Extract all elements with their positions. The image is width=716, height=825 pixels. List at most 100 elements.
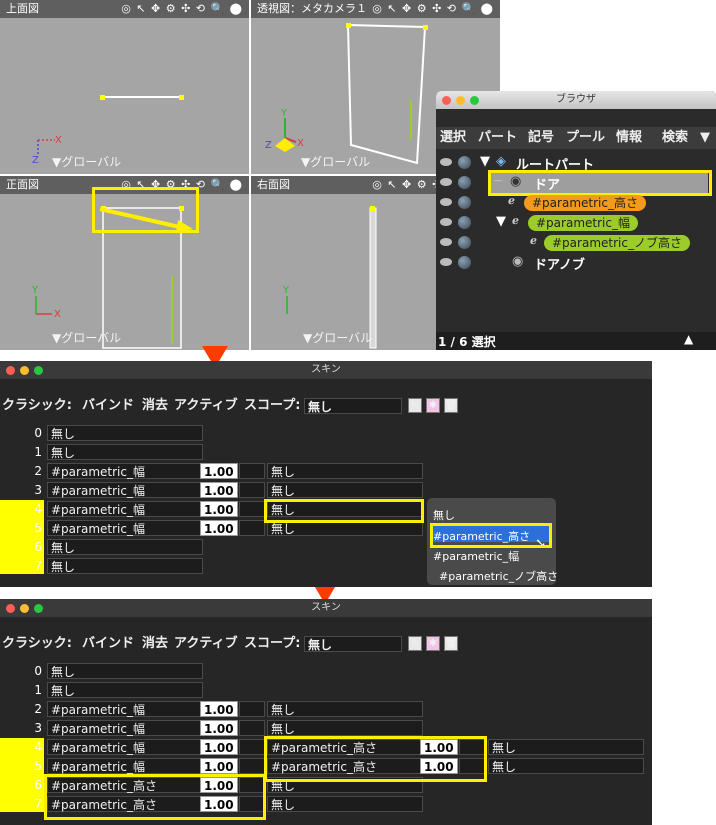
- select-icon[interactable]: ✱: [426, 636, 440, 651]
- svg-text:Z: Z: [32, 155, 39, 166]
- render-ball-icon[interactable]: [458, 236, 471, 249]
- viewport-top[interactable]: 上面図 ◎ ↖ ✥ ⚙ ✣ ⟲ 🔍 ⬤ X Z ▼グローバル: [0, 0, 249, 174]
- weight-field[interactable]: 1.00: [200, 463, 238, 479]
- render-ball-icon[interactable]: [458, 256, 471, 269]
- tree-row-param-width[interactable]: ▼ ℯ #parametric_幅: [436, 213, 716, 233]
- skin2-toolbar: クラシック: バインド 消去 アクティブ スコープ: 無し ✎ ✱ 🗑: [0, 635, 652, 655]
- third-bone-field[interactable]: 無し: [488, 739, 644, 755]
- render-ball-icon[interactable]: [458, 176, 471, 189]
- scope-select[interactable]: 無し: [304, 398, 402, 414]
- viewport-front-global[interactable]: ▼グローバル: [52, 329, 121, 346]
- bone-name-field[interactable]: #parametric_幅: [47, 463, 203, 479]
- weight-slider[interactable]: [239, 463, 265, 479]
- viewport-top-global[interactable]: ▼グローバル: [52, 153, 121, 170]
- viewport-front[interactable]: 正面図 ◎ ↖ ✥ ⚙ ✣ ⟲ 🔍 ⬤ Y X ▼グローバル: [0, 176, 249, 350]
- trash-icon[interactable]: 🗑: [444, 636, 458, 651]
- bind-button[interactable]: バインド: [82, 635, 134, 653]
- row-index: 6: [34, 540, 42, 554]
- second-bone-field[interactable]: 無し: [267, 796, 423, 812]
- bone-name-field[interactable]: #parametric_幅: [47, 482, 203, 498]
- tree-row-door-knob[interactable]: ◉ ドアノブ: [436, 253, 716, 273]
- weight-field[interactable]: 1.00: [200, 501, 238, 517]
- picker-icon[interactable]: ✎: [408, 398, 422, 413]
- bone-name-field[interactable]: #parametric_幅: [47, 501, 203, 517]
- bone-name-field[interactable]: 無し: [47, 539, 203, 555]
- tree-row-param-knob[interactable]: ℯ #parametric_ノブ高さ: [436, 233, 716, 253]
- picker-icon[interactable]: ✎: [408, 636, 422, 651]
- eye-icon[interactable]: [440, 218, 452, 226]
- bone-name-field[interactable]: 無し: [47, 444, 203, 460]
- parametric-icon: ℯ: [512, 214, 519, 227]
- tab-info[interactable]: 情報: [616, 127, 642, 149]
- tab-part[interactable]: パート: [478, 127, 517, 149]
- row-index: 5: [34, 759, 42, 773]
- weight-field[interactable]: 1.00: [200, 701, 238, 717]
- weight-field[interactable]: 1.00: [200, 482, 238, 498]
- bone-name-field[interactable]: 無し: [47, 682, 203, 698]
- bone-name-field[interactable]: #parametric_幅: [47, 520, 203, 536]
- skin2-name-highlight: [44, 774, 266, 820]
- bone-name-field[interactable]: #parametric_幅: [47, 758, 203, 774]
- bone-name-field[interactable]: #parametric_幅: [47, 701, 203, 717]
- weight-slider[interactable]: [239, 739, 265, 755]
- tab-select[interactable]: 選択: [440, 127, 466, 149]
- delete-button[interactable]: 消去: [142, 635, 168, 653]
- scope-select[interactable]: 無し: [304, 636, 402, 652]
- bone-name-field[interactable]: 無し: [47, 425, 203, 441]
- eye-icon[interactable]: [440, 178, 452, 186]
- weight-field[interactable]: 1.00: [200, 758, 238, 774]
- active-button[interactable]: アクティブ: [174, 397, 238, 415]
- second-bone-field[interactable]: 無し: [267, 482, 423, 498]
- collapse-up-icon[interactable]: ▲: [684, 332, 693, 346]
- browser-titlebar: ブラウザ: [436, 91, 716, 109]
- eye-icon[interactable]: [440, 258, 452, 266]
- render-ball-icon[interactable]: [458, 196, 471, 209]
- third-bone-field[interactable]: 無し: [488, 758, 644, 774]
- eye-icon[interactable]: [440, 198, 452, 206]
- weight-slider[interactable]: [239, 520, 265, 536]
- weight-slider[interactable]: [239, 701, 265, 717]
- tab-symbol[interactable]: 記号: [528, 127, 554, 149]
- tree-row-param-height[interactable]: ℯ #parametric_高さ: [436, 193, 716, 213]
- weight-field[interactable]: 1.00: [200, 739, 238, 755]
- second-bone-field[interactable]: 無し: [267, 701, 423, 717]
- part-icon: ◉: [512, 254, 524, 269]
- row-index: 6: [34, 778, 42, 792]
- bone-name-field[interactable]: #parametric_幅: [47, 720, 203, 736]
- scope-label: スコープ:: [244, 636, 301, 651]
- select-icon[interactable]: ✱: [426, 398, 440, 413]
- active-button[interactable]: アクティブ: [174, 635, 238, 653]
- bone-name-field[interactable]: #parametric_幅: [47, 739, 203, 755]
- classic-label: クラシック:: [2, 398, 72, 413]
- eye-icon[interactable]: [440, 238, 452, 246]
- second-bone-field[interactable]: 無し: [267, 720, 423, 736]
- eye-icon[interactable]: [440, 158, 452, 166]
- weight-slider[interactable]: [239, 720, 265, 736]
- row-index: 4: [34, 502, 42, 516]
- delete-button[interactable]: 消去: [142, 397, 168, 415]
- trash-icon[interactable]: 🗑: [444, 398, 458, 413]
- weight-slider[interactable]: [239, 482, 265, 498]
- render-ball-icon[interactable]: [458, 156, 471, 169]
- popup-item-width[interactable]: #parametric_幅: [433, 548, 519, 564]
- tab-menu-icon[interactable]: ▼: [700, 127, 710, 149]
- row-index: 7: [34, 559, 42, 573]
- tab-search[interactable]: 検索: [662, 127, 688, 149]
- viewport-top-canvas: X Z: [32, 95, 184, 166]
- second-bone-field[interactable]: 無し: [267, 463, 423, 479]
- tab-pool[interactable]: プール: [566, 127, 605, 149]
- weight-field[interactable]: 1.00: [200, 520, 238, 536]
- viewport-right-global[interactable]: ▼グローバル: [303, 329, 372, 346]
- render-ball-icon[interactable]: [458, 216, 471, 229]
- viewport-perspective-global[interactable]: ▼グローバル: [301, 153, 370, 170]
- bind-button[interactable]: バインド: [82, 397, 134, 415]
- popup-item-none[interactable]: 無し: [433, 507, 455, 523]
- weight-slider[interactable]: [239, 758, 265, 774]
- expand-triangle-icon[interactable]: ▼: [496, 214, 506, 229]
- expand-triangle-icon[interactable]: ▼: [480, 154, 490, 169]
- bone-name-field[interactable]: 無し: [47, 663, 203, 679]
- weight-field[interactable]: 1.00: [200, 720, 238, 736]
- bone-name-field[interactable]: 無し: [47, 558, 203, 574]
- weight-slider[interactable]: [239, 501, 265, 517]
- popup-item-knob[interactable]: #parametric_ノブ高さ: [439, 568, 558, 584]
